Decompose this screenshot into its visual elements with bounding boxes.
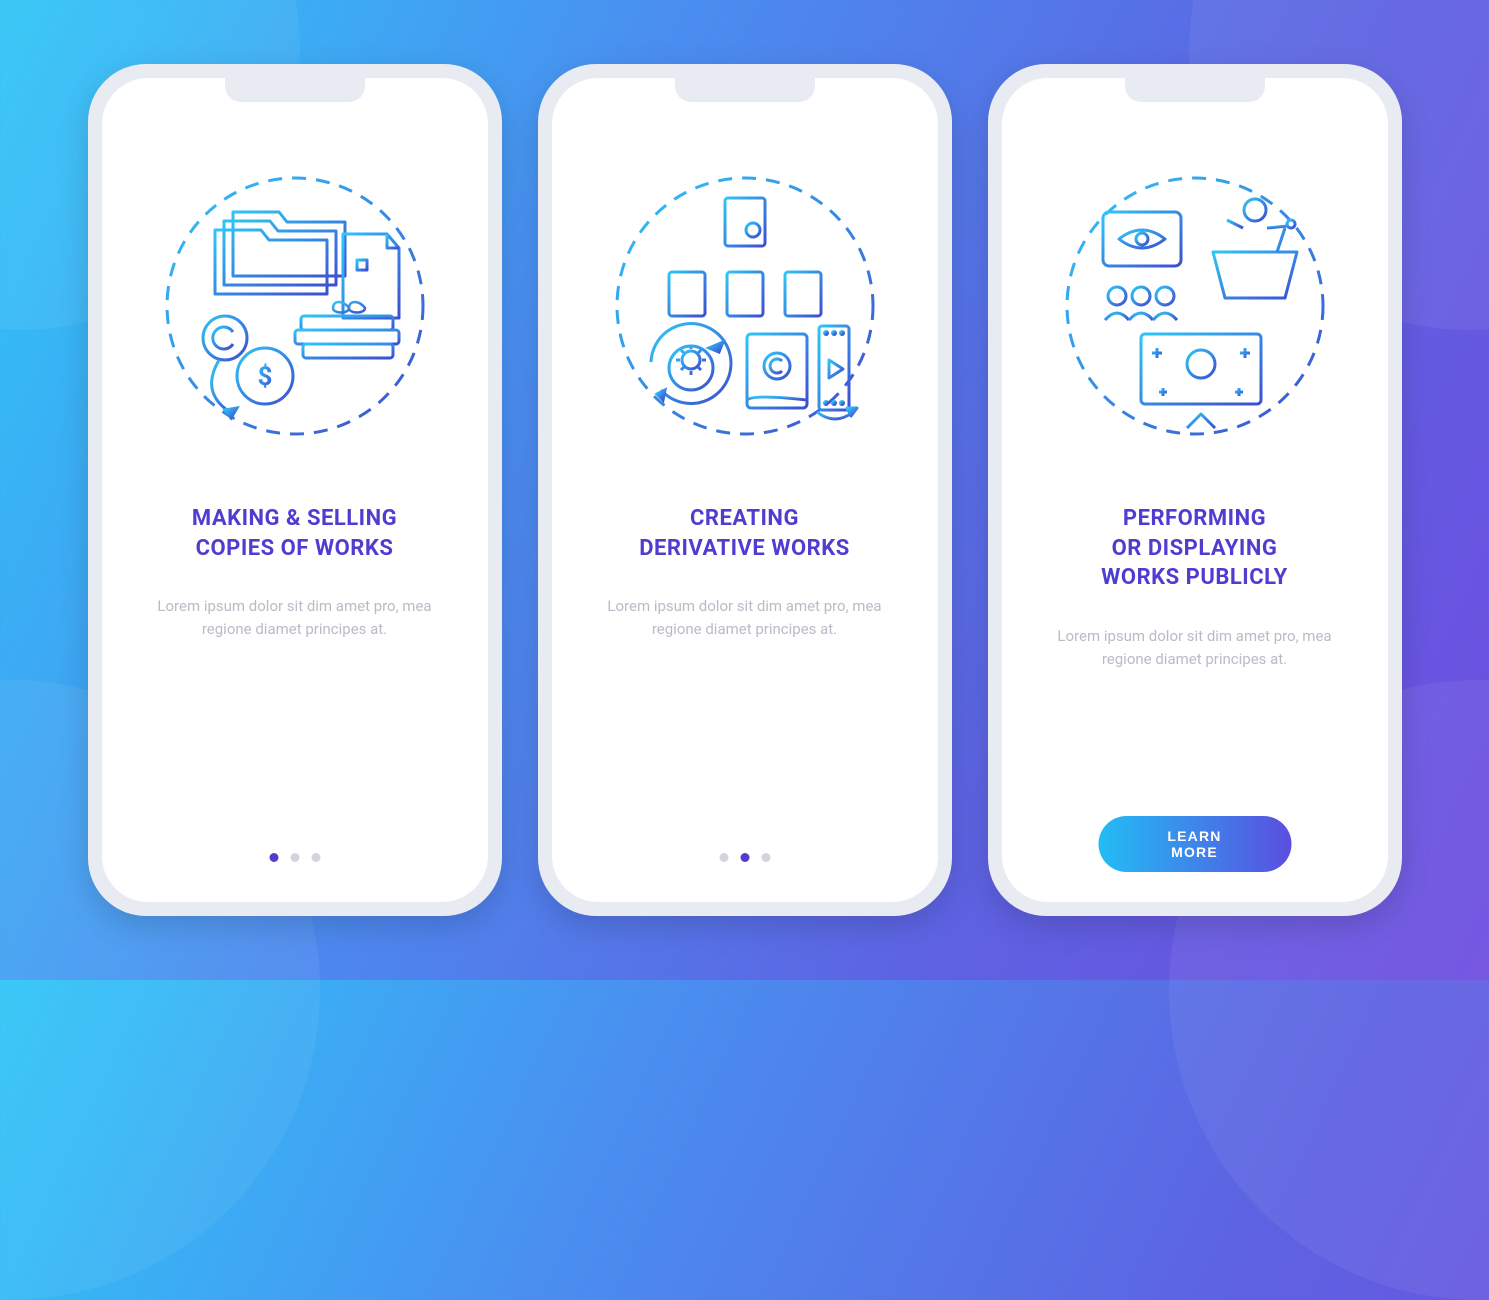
pager-dot-1[interactable]: [719, 853, 728, 862]
pager-dot-2[interactable]: [740, 853, 749, 862]
pager-dot-3[interactable]: [761, 853, 770, 862]
phone-notch: [225, 78, 365, 102]
phone-notch: [1125, 78, 1265, 102]
phone-mockup-2: CREATING DERIVATIVE WORKS Lorem ipsum do…: [538, 64, 952, 916]
screen-3: PERFORMING OR DISPLAYING WORKS PUBLICLY …: [1002, 78, 1388, 902]
pager-dot-1[interactable]: [269, 853, 278, 862]
screen-title: CREATING DERIVATIVE WORKS: [639, 504, 850, 563]
pager-dot-3[interactable]: [311, 853, 320, 862]
screen-body: Lorem ipsum dolor sit dim amet pro, mea …: [1045, 625, 1345, 670]
learn-more-button[interactable]: LEARN MORE: [1098, 816, 1291, 872]
onboarding-container: $ MAKING & SELLING COPIES OF WORKS Lorem…: [0, 0, 1489, 980]
pagination-dots: [719, 853, 770, 862]
screen-2: CREATING DERIVATIVE WORKS Lorem ipsum do…: [552, 78, 938, 902]
pager-dot-2[interactable]: [290, 853, 299, 862]
display-icon: [1045, 156, 1345, 456]
screen-title: PERFORMING OR DISPLAYING WORKS PUBLICLY: [1101, 504, 1288, 593]
screen-1: $ MAKING & SELLING COPIES OF WORKS Lorem…: [102, 78, 488, 902]
derivative-icon: [595, 156, 895, 456]
screen-body: Lorem ipsum dolor sit dim amet pro, mea …: [595, 595, 895, 640]
screen-body: Lorem ipsum dolor sit dim amet pro, mea …: [145, 595, 445, 640]
phone-notch: [675, 78, 815, 102]
phone-mockup-1: $ MAKING & SELLING COPIES OF WORKS Lorem…: [88, 64, 502, 916]
pagination-dots: [269, 853, 320, 862]
svg-text:$: $: [257, 362, 272, 392]
copies-icon: $: [145, 156, 445, 456]
phone-mockup-3: PERFORMING OR DISPLAYING WORKS PUBLICLY …: [988, 64, 1402, 916]
screen-title: MAKING & SELLING COPIES OF WORKS: [192, 504, 397, 563]
